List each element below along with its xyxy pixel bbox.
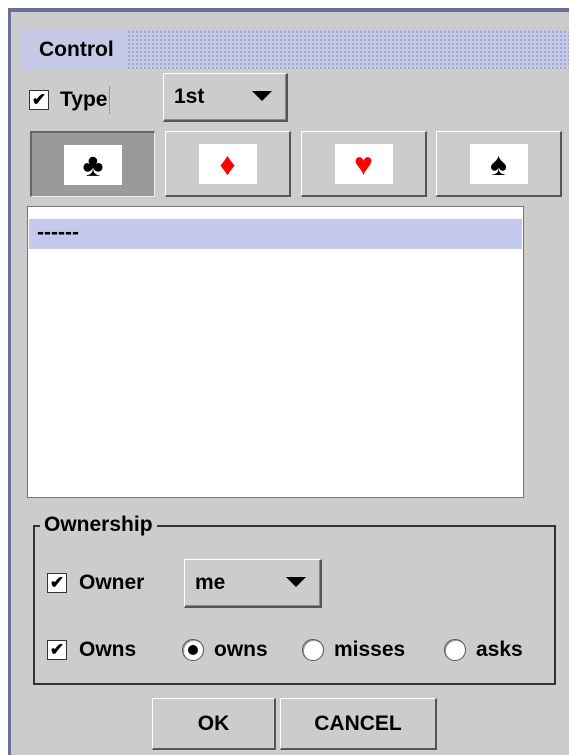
asks-radio[interactable] [444, 639, 466, 661]
diamonds-icon: ♦ [198, 143, 257, 184]
owner-dropdown-value: me [195, 571, 226, 594]
diamonds-button[interactable]: ♦ [165, 131, 291, 197]
owns-checkbox[interactable]: ✔ [47, 640, 67, 660]
spades-icon: ♠ [469, 143, 528, 184]
radio-dot-icon [188, 645, 198, 655]
type-dropdown-value: 1st [174, 85, 205, 108]
hearts-button[interactable]: ♥ [301, 131, 427, 197]
clubs-button[interactable]: ♣ [30, 131, 155, 197]
title-bar[interactable]: Control [19, 30, 569, 70]
ownership-title: Ownership [40, 510, 157, 540]
type-checkbox[interactable]: ✔ [29, 90, 49, 110]
owner-dropdown[interactable]: me [184, 559, 322, 608]
type-dropdown[interactable]: 1st [163, 73, 288, 122]
clubs-icon: ♣ [64, 144, 122, 185]
hearts-icon: ♥ [334, 143, 393, 184]
misses-radio-label: misses [334, 638, 406, 661]
spades-button[interactable]: ♠ [436, 131, 562, 197]
owns-radio-label: owns [214, 638, 268, 661]
asks-radio-label: asks [476, 638, 523, 661]
card-list[interactable]: ------ [27, 206, 524, 498]
cancel-button[interactable]: CANCEL [280, 698, 437, 750]
window-top-edge [11, 8, 569, 12]
owner-checkbox[interactable]: ✔ [47, 573, 67, 593]
ok-button[interactable]: OK [152, 698, 276, 750]
owns-radio[interactable] [182, 639, 204, 661]
owns-label: Owns [79, 638, 137, 661]
chevron-down-icon [252, 91, 272, 101]
window-title: Control [19, 30, 126, 70]
owner-label: Owner [79, 571, 145, 594]
list-item[interactable]: ------ [29, 219, 522, 249]
chevron-down-icon [286, 577, 306, 587]
type-label: Type [60, 86, 111, 114]
misses-radio[interactable] [302, 639, 324, 661]
